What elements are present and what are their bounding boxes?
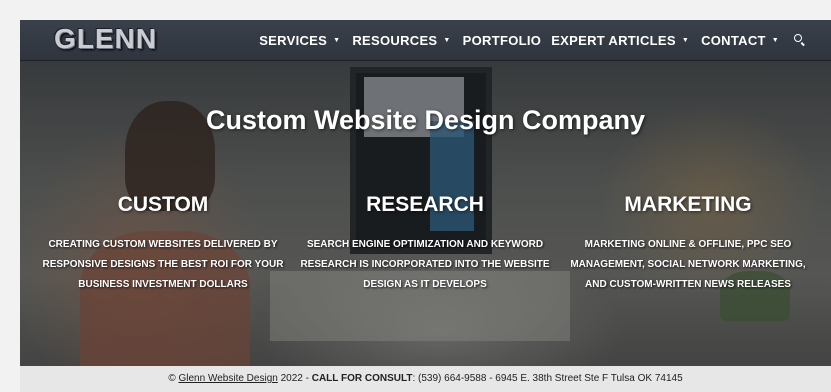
- hero-title: Custom Website Design Company: [205, 105, 646, 135]
- dropdown-caret-icon: ▼: [333, 36, 341, 44]
- nav-contact[interactable]: CONTACT ▼: [701, 33, 781, 48]
- dropdown-caret-icon: ▼: [771, 36, 779, 44]
- nav-services-label: SERVICES: [259, 32, 328, 48]
- footer-year: 2022 -: [280, 373, 309, 384]
- feature-text: SEARCH ENGINE OPTIMIZATION AND KEYWORD R…: [300, 239, 550, 290]
- site-logo[interactable]: GLENN: [54, 23, 157, 55]
- nav-expert-articles-label: EXPERT ARTICLES: [551, 32, 676, 48]
- feature-heading: MARKETING: [624, 193, 752, 216]
- feature-text: CREATING CUSTOM WEBSITES DELIVERED BY RE…: [42, 239, 284, 290]
- site-footer: © Glenn Website Design 2022 - CALL FOR C…: [20, 366, 831, 392]
- feature-text: MARKETING ONLINE & OFFLINE, PPC SEO MANA…: [570, 239, 806, 290]
- dropdown-caret-icon: ▼: [681, 36, 690, 44]
- feature-column-marketing: MARKETING MARKETING ONLINE & OFFLINE, PP…: [553, 193, 823, 295]
- feature-column-custom: CUSTOM CREATING CUSTOM WEBSITES DELIVERE…: [28, 193, 298, 295]
- main-nav: SERVICES ▼ RESOURCES ▼ PORTFOLIO EXPERT …: [249, 20, 807, 60]
- dropdown-caret-icon: ▼: [443, 36, 451, 44]
- nav-services[interactable]: SERVICES ▼: [259, 33, 342, 48]
- feature-heading: CUSTOM: [117, 193, 209, 216]
- nav-resources-label: RESOURCES: [352, 32, 438, 48]
- footer-cta: CALL FOR CONSULT: [311, 373, 413, 384]
- nav-contact-label: CONTACT: [701, 32, 766, 48]
- nav-expert-articles[interactable]: EXPERT ARTICLES ▼: [551, 33, 691, 48]
- nav-portfolio-label: PORTFOLIO: [462, 32, 542, 48]
- feature-column-research: RESEARCH SEARCH ENGINE OPTIMIZATION AND …: [290, 193, 560, 295]
- feature-heading: RESEARCH: [366, 193, 484, 216]
- nav-resources[interactable]: RESOURCES ▼: [352, 33, 452, 48]
- site-header: GLENN SERVICES ▼ RESOURCES ▼ PORTFOLIO E…: [20, 20, 831, 61]
- search-icon[interactable]: [793, 33, 807, 47]
- nav-portfolio[interactable]: PORTFOLIO: [463, 33, 542, 48]
- page-frame: GLENN SERVICES ▼ RESOURCES ▼ PORTFOLIO E…: [20, 20, 831, 392]
- copyright-symbol: ©: [168, 373, 176, 384]
- footer-contact-info: : (539) 664-9588 - 6945 E. 38th Street S…: [412, 373, 683, 384]
- footer-home-link[interactable]: Glenn Website Design: [179, 373, 278, 384]
- hero-banner: Custom Website Design Company CUSTOM CRE…: [20, 61, 831, 371]
